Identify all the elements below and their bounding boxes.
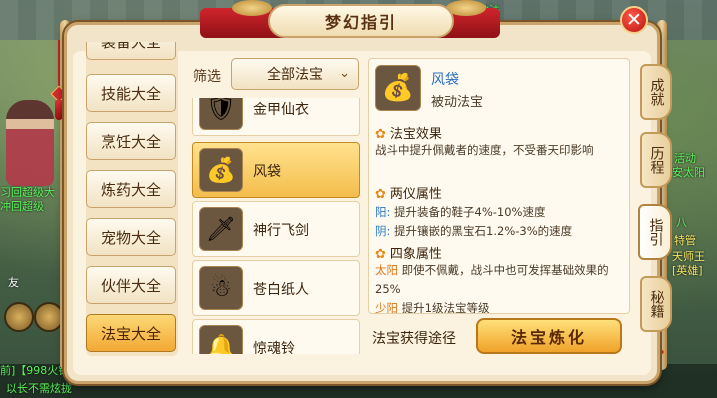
star-icon: ✿ — [375, 187, 386, 202]
tab-guide[interactable]: 指引 — [638, 204, 672, 260]
category-item-partners[interactable]: 伙伴大全 — [86, 266, 176, 304]
obtain-method-label[interactable]: 法宝获得途径 — [372, 328, 456, 348]
scene-text: 习回超级大 — [0, 186, 55, 199]
scene-text: 冲回超级 — [0, 200, 44, 213]
dialog-title: 梦幻指引 — [268, 4, 454, 38]
chat-emoji-button[interactable] — [4, 302, 34, 332]
treasure-detail-panel[interactable]: 💰 风袋 被动法宝 ✿ 法宝效果 战斗中提升佩戴者的速度，不受番天印影响 ✿ 两仪属… — [368, 58, 630, 314]
filter-dropdown[interactable]: 全部法宝 ⌄ — [231, 58, 359, 90]
list-item-name: 苍白纸人 — [253, 282, 309, 298]
player-character — [6, 100, 54, 186]
category-item-pets[interactable]: 宠物大全 — [86, 218, 176, 256]
star-icon: ✿ — [375, 127, 386, 142]
attr-text: 提升装备的鞋子4%-10%速度 — [390, 205, 546, 219]
scene-text: 特管 — [674, 234, 696, 247]
flying-sword-icon: 🗡 — [199, 207, 243, 251]
section-heading: ✿ 两仪属性 — [375, 187, 442, 202]
wind-bag-icon: 💰 — [199, 148, 243, 192]
section-body: 战斗中提升佩戴者的速度，不受番天印影响 — [375, 141, 619, 160]
cloud-ornament-icon — [232, 0, 272, 16]
tab-secrets[interactable]: 秘籍 — [640, 276, 672, 332]
tab-label: 成就 — [648, 78, 665, 106]
tassel-string — [58, 40, 60, 90]
filter-label: 筛选 — [193, 69, 221, 85]
wind-bag-icon: 💰 — [375, 65, 421, 111]
section-body: 阳: 提升装备的鞋子4%-10%速度 阴: 提升镶嵌的黑宝石1.2%-3%的速度 — [375, 203, 619, 241]
list-item-name: 风袋 — [253, 164, 281, 180]
category-item-alchemy[interactable]: 炼药大全 — [86, 170, 176, 208]
list-item-name: 神行飞剑 — [253, 223, 309, 239]
tab-achievements[interactable]: 成就 — [640, 64, 672, 120]
effect-text: 战斗中提升佩戴者的速度，不受番天印影响 — [375, 143, 594, 157]
list-item[interactable]: 🛡 金甲仙衣 — [192, 98, 360, 136]
detail-type: 被动法宝 — [431, 95, 484, 110]
attr-prefix: 少阳 — [375, 301, 398, 314]
section-body: 太阳 即使不佩戴，战斗中也可发挥基础效果的25% 少阳 提升1级法宝等级 — [375, 261, 619, 314]
section-heading: ✿ 四象属性 — [375, 247, 442, 262]
scene-text: [英雄] — [672, 264, 703, 277]
close-icon[interactable]: ✕ — [620, 6, 648, 34]
category-item-partial[interactable]: 装备大全 — [86, 42, 176, 60]
armor-icon: 🛡 — [199, 98, 243, 130]
paper-man-icon: ☃ — [199, 266, 243, 310]
refine-treasure-button[interactable]: 法宝炼化 — [476, 318, 622, 354]
list-item[interactable]: ☃ 苍白纸人 — [192, 260, 360, 316]
list-item[interactable]: 💰 风袋 — [192, 142, 360, 198]
chevron-down-icon: ⌄ — [339, 66, 350, 81]
category-partial-clip: 装备大全 — [86, 42, 178, 60]
scene-text: 活动 — [674, 152, 696, 165]
detail-name: 风袋 — [431, 72, 459, 88]
category-item-skills[interactable]: 技能大全 — [86, 74, 176, 112]
category-item-cooking[interactable]: 烹饪大全 — [86, 122, 176, 160]
list-item-name: 惊魂铃 — [253, 341, 295, 354]
filter-selected-value: 全部法宝 — [267, 67, 323, 83]
attr-text: 即使不佩戴，战斗中也可发挥基础效果的25% — [375, 263, 609, 296]
attr-text: 提升镶嵌的黑宝石1.2%-3%的速度 — [390, 224, 573, 238]
tassel-fringe — [55, 100, 63, 120]
attr-text: 提升1级法宝等级 — [398, 301, 490, 314]
attr-prefix: 阴: — [375, 224, 391, 238]
section-heading: ✿ 法宝效果 — [375, 127, 442, 142]
list-item[interactable]: 🔔 惊魂铃 — [192, 319, 360, 354]
tab-label: 秘籍 — [648, 290, 665, 318]
tab-label: 历程 — [648, 146, 665, 174]
chat-line: 以长不需炫拢 — [6, 382, 72, 395]
scene-text: 八 — [676, 216, 687, 229]
scene-text: 安太阳 — [672, 166, 705, 179]
category-item-treasures[interactable]: 法宝大全 — [86, 314, 176, 352]
scene-text: 天师王 — [672, 250, 705, 263]
bell-icon: 🔔 — [199, 325, 243, 354]
tab-label: 指引 — [647, 218, 664, 246]
tab-history[interactable]: 历程 — [640, 132, 672, 188]
list-item-name: 金甲仙衣 — [253, 102, 309, 118]
attr-prefix: 太阳 — [375, 263, 398, 277]
attr-prefix: 阳: — [375, 205, 391, 219]
scene-text: 友 — [8, 276, 19, 289]
star-icon: ✿ — [375, 247, 386, 262]
treasure-list[interactable]: 🛡 金甲仙衣 💰 风袋 🗡 神行飞剑 ☃ 苍白纸人 🔔 惊魂铃 — [192, 98, 360, 354]
list-item[interactable]: 🗡 神行飞剑 — [192, 201, 360, 257]
